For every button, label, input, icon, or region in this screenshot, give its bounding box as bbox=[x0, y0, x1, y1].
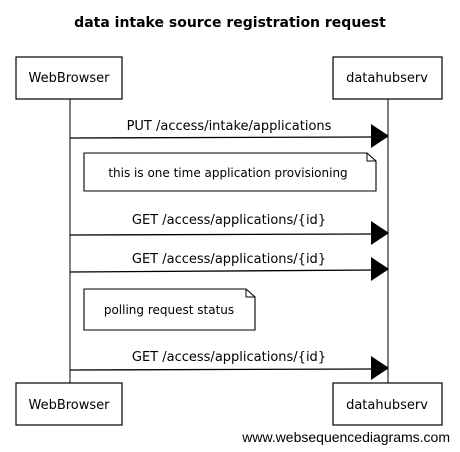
message-get-application-3: GET /access/applications/{id} bbox=[69, 350, 389, 380]
message-put-intake: PUT /access/intake/applications bbox=[69, 119, 389, 148]
participant-webbrowser-label: WebBrowser bbox=[28, 71, 110, 86]
diagram-title: data intake source registration request bbox=[74, 15, 386, 31]
message-label: PUT /access/intake/applications bbox=[127, 119, 332, 134]
footer-link[interactable]: www.websequencediagrams.com bbox=[241, 429, 450, 445]
participant-datahubserv-bottom: datahubserv bbox=[332, 382, 443, 426]
arrowhead-icon bbox=[371, 257, 389, 281]
participant-datahubserv-label: datahubserv bbox=[346, 71, 428, 86]
note-text: this is one time application provisionin… bbox=[108, 166, 347, 180]
message-label: GET /access/applications/{id} bbox=[132, 252, 326, 267]
note-text: polling request status bbox=[104, 303, 234, 317]
participant-webbrowser-bottom: WebBrowser bbox=[15, 382, 123, 426]
participant-datahubserv-label: datahubserv bbox=[346, 398, 428, 413]
note-polling: polling request status bbox=[83, 288, 256, 331]
arrowhead-icon bbox=[371, 124, 389, 148]
arrowhead-icon bbox=[371, 356, 389, 380]
arrowhead-icon bbox=[371, 221, 389, 245]
message-label: GET /access/applications/{id} bbox=[132, 213, 326, 228]
message-label: GET /access/applications/{id} bbox=[132, 350, 326, 365]
sequence-diagram: data intake source registration request … bbox=[0, 0, 460, 452]
participant-webbrowser-label: WebBrowser bbox=[28, 398, 110, 413]
message-get-application-1: GET /access/applications/{id} bbox=[69, 213, 389, 245]
note-provisioning: this is one time application provisionin… bbox=[83, 152, 377, 192]
diagram-svg: data intake source registration request … bbox=[15, 15, 450, 445]
message-get-application-2: GET /access/applications/{id} bbox=[69, 252, 389, 281]
participant-datahubserv-top: datahubserv bbox=[332, 56, 443, 100]
participant-webbrowser-top: WebBrowser bbox=[15, 56, 123, 100]
